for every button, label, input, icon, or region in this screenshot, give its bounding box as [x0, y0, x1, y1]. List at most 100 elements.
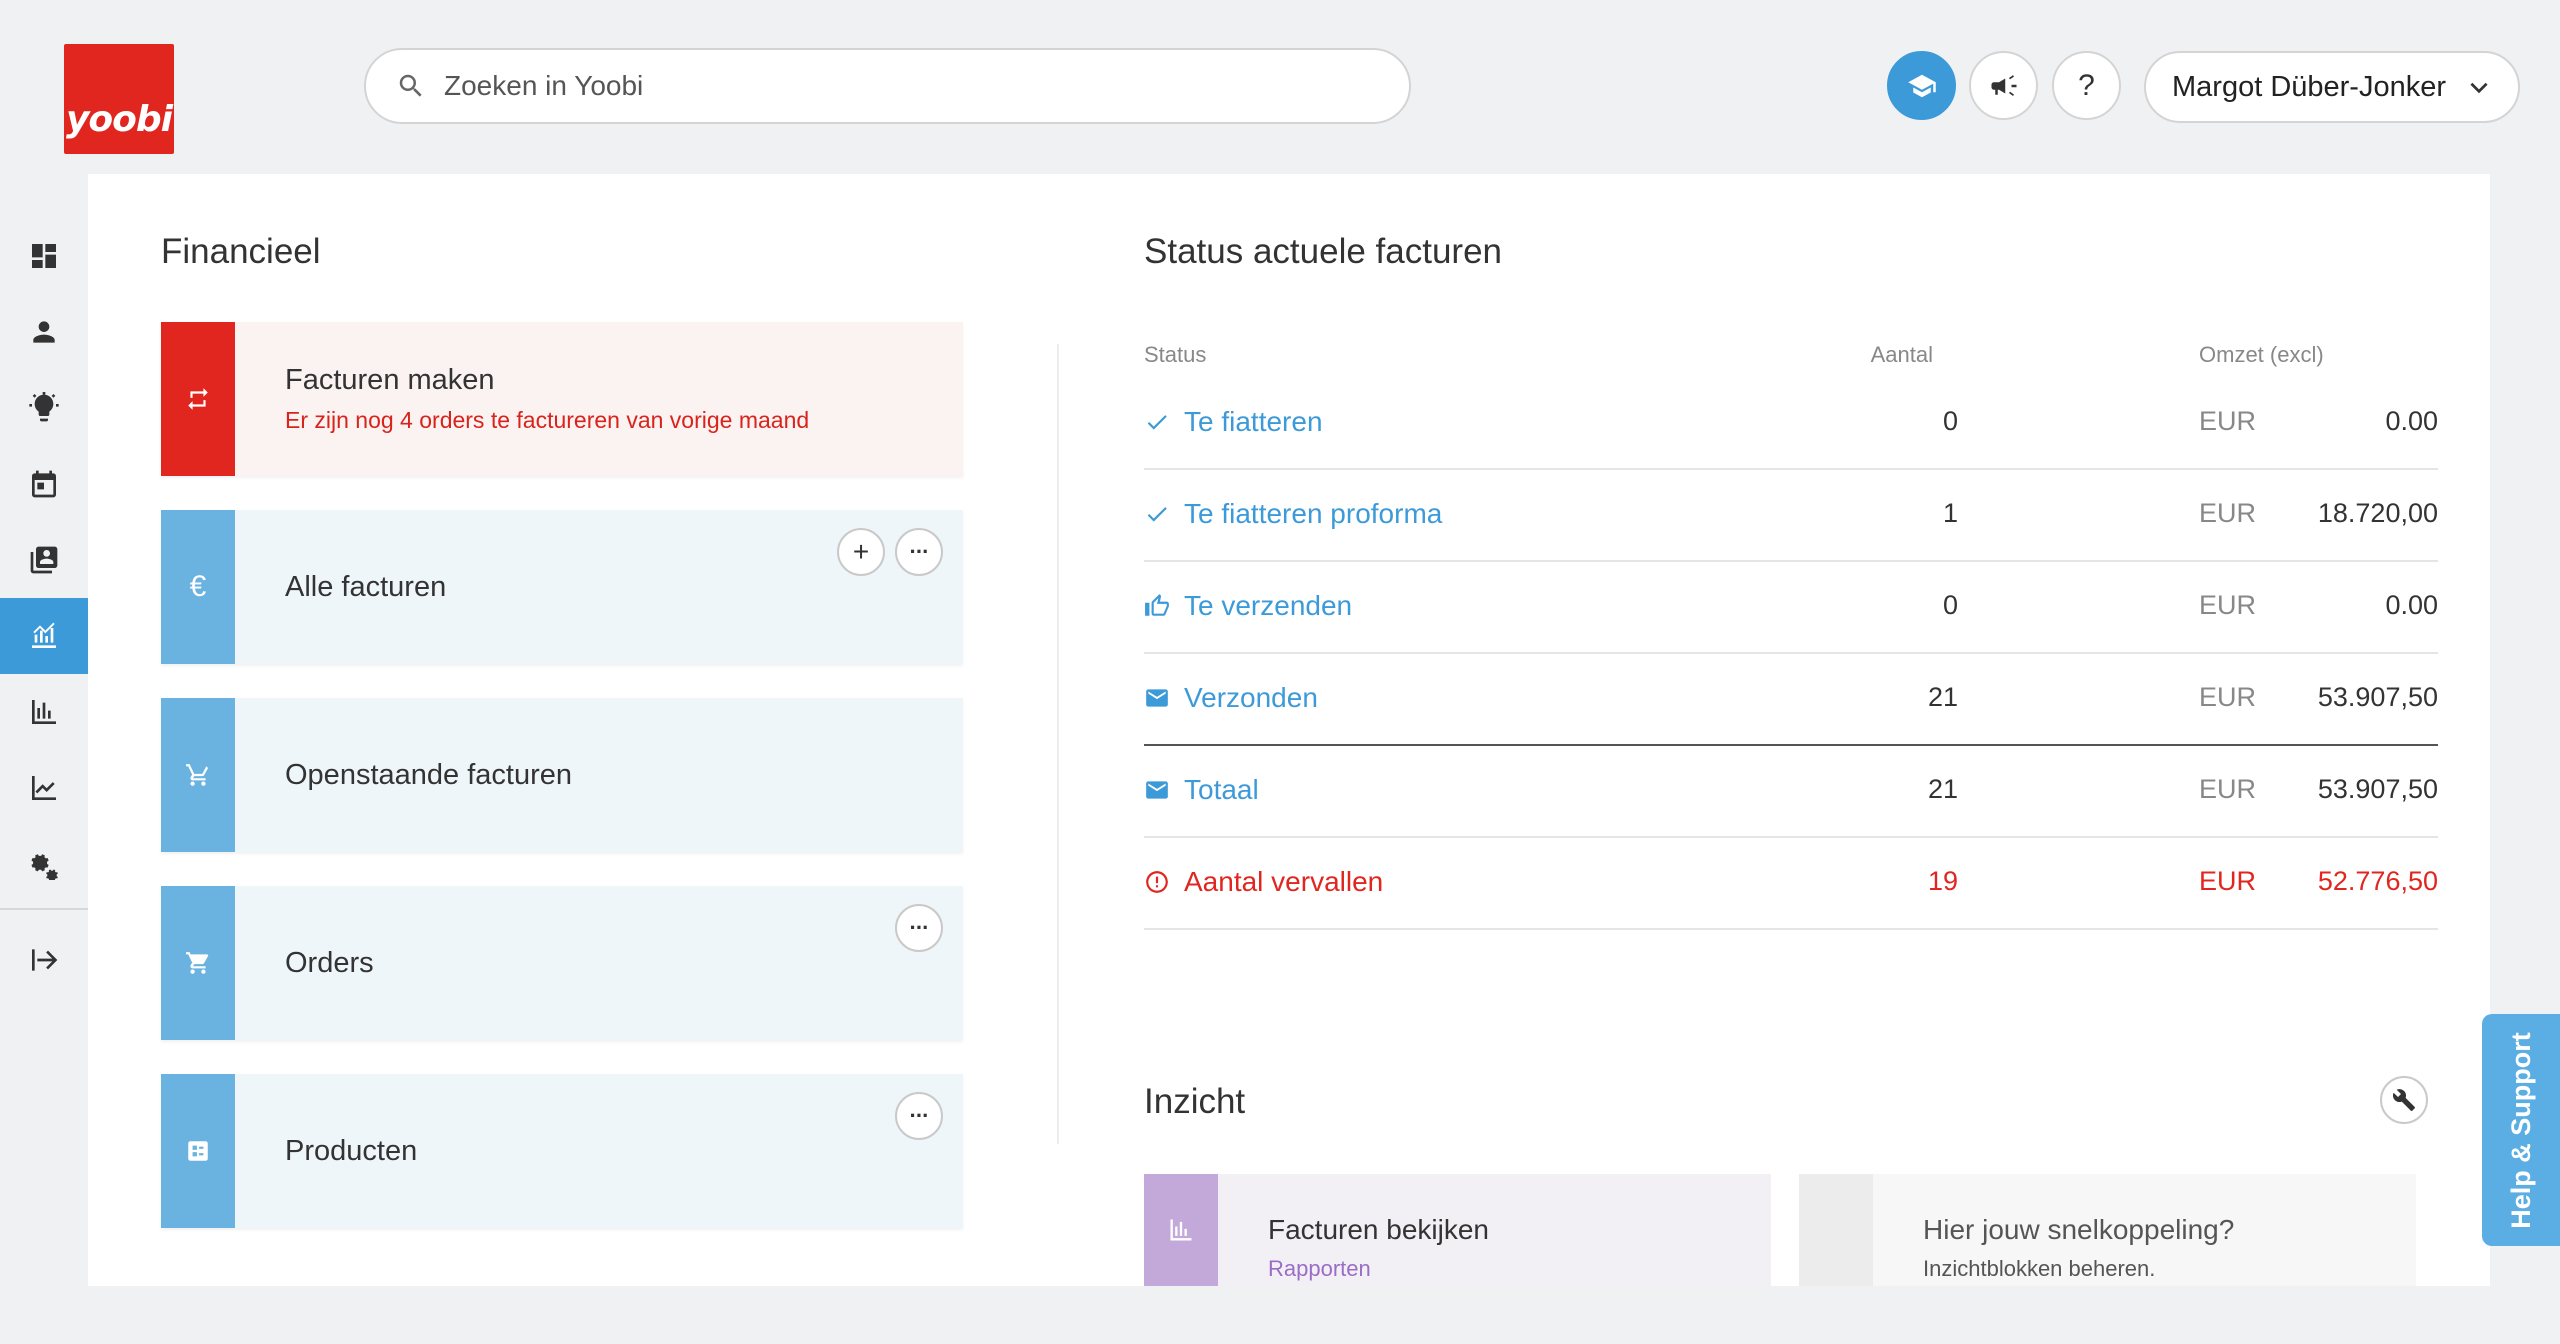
- financieel-title: Financieel: [161, 232, 321, 271]
- status-count: 0: [1942, 406, 1958, 436]
- help-support-tab[interactable]: Help & Support: [2482, 1014, 2560, 1246]
- inzicht-title: Inzicht: [1144, 1082, 1246, 1121]
- tile-alle-facturen[interactable]: € Alle facturen + ···: [161, 510, 963, 664]
- status-row-te-verzenden[interactable]: Te verzenden 0 EUR 0.00: [1144, 562, 2438, 654]
- help-icon: ?: [2078, 68, 2095, 102]
- product-list-icon: [188, 1141, 208, 1161]
- announcement-icon: [1991, 74, 2016, 96]
- user-name: Margot Düber-Jonker: [2172, 70, 2446, 103]
- add-button[interactable]: +: [837, 528, 885, 576]
- logo-text: yoobi: [65, 99, 173, 140]
- status-count: 21: [1927, 682, 1958, 712]
- tile-title: Facturen bekijken: [1268, 1214, 1490, 1245]
- search-input[interactable]: [444, 70, 1344, 102]
- report-chart-icon: [1170, 1219, 1192, 1241]
- status-currency: EUR: [2199, 682, 2257, 712]
- calendar-icon: [32, 470, 56, 498]
- sidebar-divider: [0, 908, 88, 910]
- yoobi-logo[interactable]: yoobi: [64, 44, 174, 154]
- check-icon: [1147, 415, 1167, 430]
- status-title: Status actuele facturen: [1144, 232, 1502, 271]
- tile-producten[interactable]: Producten ···: [161, 1074, 963, 1228]
- status-label: Totaal: [1184, 774, 1259, 805]
- cart-outline-icon: [186, 764, 209, 786]
- status-count: 1: [1942, 498, 1958, 528]
- sidebar-item-dashboard[interactable]: [0, 218, 88, 294]
- status-label: Aantal vervallen: [1184, 866, 1384, 897]
- status-count: 21: [1927, 774, 1958, 804]
- status-table: Status Aantal Omzet (excl) Te fiatteren …: [1144, 324, 2438, 930]
- tile-title: Producten: [285, 1134, 418, 1167]
- more-options-button[interactable]: ···: [895, 528, 943, 576]
- check-icon: [1147, 507, 1167, 522]
- tile-title: Hier jouw snelkoppeling?: [1923, 1214, 2235, 1245]
- sidebar-item-ideas[interactable]: [0, 370, 88, 446]
- status-row-te-fiatteren-proforma[interactable]: Te fiatteren proforma 1 EUR 18.720,00: [1144, 470, 2438, 562]
- announcements-button[interactable]: [1969, 51, 2038, 120]
- insight-tile-facturen-bekijken[interactable]: Facturen bekijken Rapporten: [1144, 1174, 1771, 1286]
- status-count: 19: [1927, 866, 1958, 896]
- bar-chart-icon: [32, 700, 56, 724]
- status-row-verzonden[interactable]: Verzonden 21 EUR 53.907,50: [1144, 654, 2438, 746]
- column-divider: [1057, 344, 1059, 1144]
- status-label: Te fiatteren proforma: [1184, 498, 1443, 529]
- help-support-label: Help & Support: [2505, 1031, 2536, 1229]
- tile-title: Alle facturen: [285, 570, 447, 603]
- sidebar-item-person[interactable]: [0, 294, 88, 370]
- manage-insights-button[interactable]: [2380, 1076, 2428, 1124]
- status-row-totaal[interactable]: Totaal 21 EUR 53.907,50: [1144, 746, 2438, 838]
- status-row-aantal-vervallen[interactable]: Aantal vervallen 19 EUR 52.776,50: [1144, 838, 2438, 930]
- sidebar-item-calendar[interactable]: [0, 446, 88, 522]
- thumbs-up-icon: [1145, 594, 1169, 616]
- sidebar-item-analytics[interactable]: [0, 750, 88, 826]
- sidebar-item-logout[interactable]: [0, 922, 88, 998]
- user-menu-button[interactable]: Margot Düber-Jonker: [2144, 51, 2520, 123]
- sidebar-item-finance[interactable]: [0, 598, 88, 674]
- status-amount: 0.00: [2385, 590, 2438, 620]
- search-icon: [399, 74, 422, 97]
- repeat-icon: [188, 388, 208, 410]
- status-amount: 53.907,50: [2317, 682, 2438, 712]
- status-row-te-fiatteren[interactable]: Te fiatteren 0 EUR 0.00: [1144, 378, 2438, 470]
- help-button[interactable]: ?: [2052, 51, 2121, 120]
- sidebar-item-contacts[interactable]: [0, 522, 88, 598]
- academy-icon: [1907, 74, 1936, 97]
- sidebar-item-reports[interactable]: [0, 674, 88, 750]
- tile-strip: [161, 322, 235, 476]
- more-options-button[interactable]: ···: [895, 904, 943, 952]
- tile-title: Orders: [285, 946, 374, 979]
- contacts-icon: [30, 546, 58, 574]
- person-icon: [33, 321, 55, 343]
- more-options-button[interactable]: ···: [895, 1092, 943, 1140]
- tile-orders[interactable]: Orders ···: [161, 886, 963, 1040]
- status-amount: 52.776,50: [2317, 866, 2438, 896]
- column-header-status: Status: [1144, 342, 1207, 367]
- chevron-down-icon: [2470, 82, 2488, 94]
- euro-icon: €: [189, 570, 207, 603]
- tile-strip: [1799, 1174, 1873, 1286]
- status-count: 0: [1942, 590, 1958, 620]
- academy-button[interactable]: [1887, 51, 1956, 120]
- search-bar[interactable]: [364, 48, 1411, 124]
- tile-facturen-maken[interactable]: Facturen maken Er zijn nog 4 orders te f…: [161, 322, 963, 476]
- settings-icon: [31, 854, 58, 880]
- sidebar-nav: [0, 218, 88, 998]
- tile-openstaande-facturen[interactable]: Openstaande facturen: [161, 698, 963, 852]
- status-currency: EUR: [2199, 498, 2257, 528]
- status-label: Te verzenden: [1184, 590, 1353, 621]
- status-amount: 0.00: [2385, 406, 2438, 436]
- status-table-header: Status Aantal Omzet (excl): [1144, 324, 2438, 378]
- alert-circle-icon: [1146, 871, 1168, 893]
- status-amount: 53.907,50: [2317, 774, 2438, 804]
- cart-icon: [186, 952, 209, 974]
- sidebar-item-settings[interactable]: [0, 826, 88, 902]
- tile-subtitle: Inzichtblokken beheren.: [1923, 1256, 2156, 1281]
- mail-icon: [1146, 689, 1168, 707]
- tile-strip: [1144, 1174, 1218, 1286]
- lightbulb-icon: [29, 392, 59, 422]
- status-currency: EUR: [2199, 406, 2257, 436]
- column-header-count: Aantal: [1870, 342, 1933, 367]
- tile-subtitle: Rapporten: [1268, 1256, 1371, 1281]
- insight-tile-placeholder[interactable]: Hier jouw snelkoppeling? Inzichtblokken …: [1799, 1174, 2416, 1286]
- tile-strip: [161, 1074, 235, 1228]
